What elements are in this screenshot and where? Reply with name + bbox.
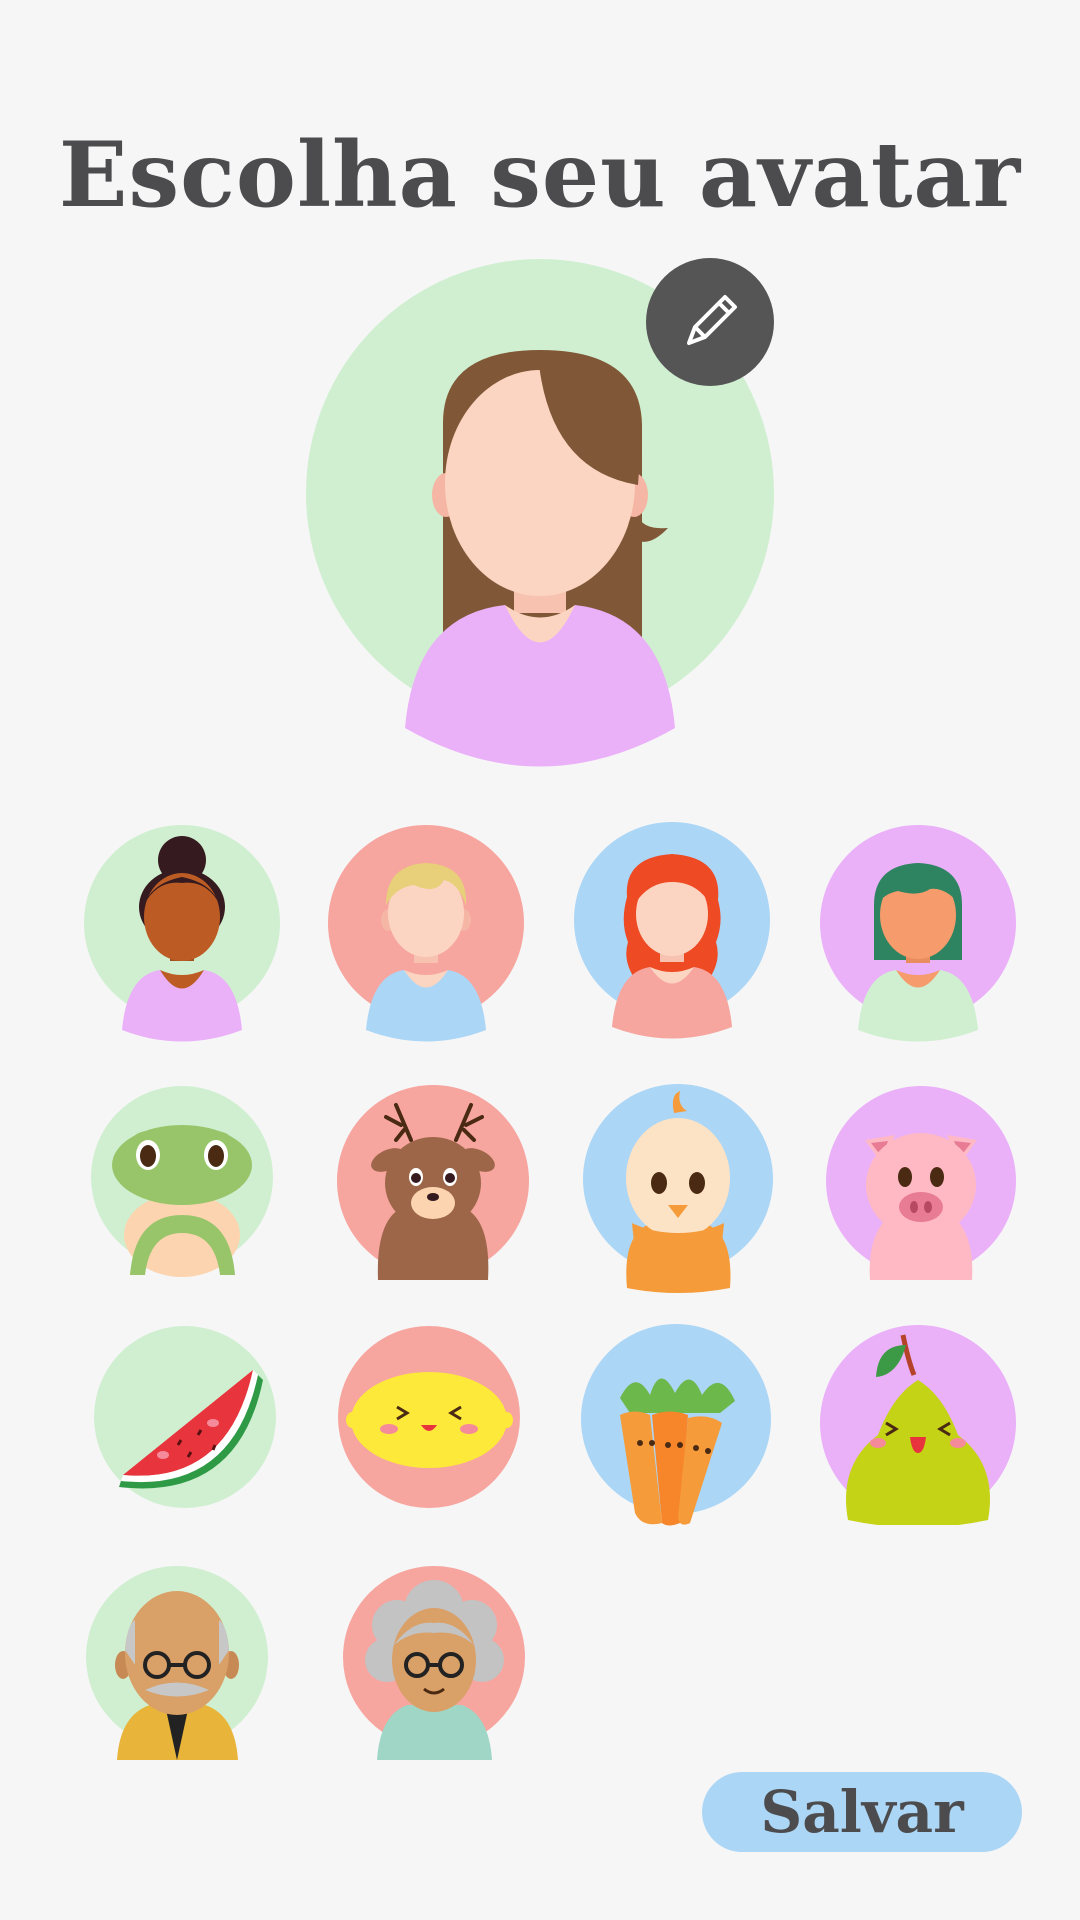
avatar-option-chick[interactable] (582, 1083, 777, 1293)
avatar-option-woman-red-hair[interactable] (572, 822, 772, 1042)
avatar-option-pear[interactable] (818, 1325, 1018, 1525)
avatar-option-pig[interactable] (825, 1085, 1020, 1280)
avatar-option-green-hair[interactable] (818, 825, 1018, 1045)
avatar-option-watermelon[interactable] (93, 1325, 278, 1510)
avatar-option-grandpa[interactable] (85, 1565, 270, 1765)
pencil-icon (687, 295, 737, 345)
page-title: Escolha seu avatar (58, 122, 1022, 229)
avatar-option-carrots[interactable] (580, 1323, 775, 1528)
save-button[interactable]: Salvar (702, 1772, 1022, 1852)
edit-avatar-button[interactable] (646, 258, 774, 386)
avatar-option-boy-blond[interactable] (326, 825, 526, 1045)
avatar-option-lemon[interactable] (337, 1325, 522, 1510)
avatar-option-frog[interactable] (90, 1085, 275, 1285)
avatar-option-deer[interactable] (336, 1085, 536, 1285)
avatar-option-grandma[interactable] (342, 1565, 527, 1765)
avatar-option-woman-hair-bun[interactable] (82, 825, 282, 1045)
